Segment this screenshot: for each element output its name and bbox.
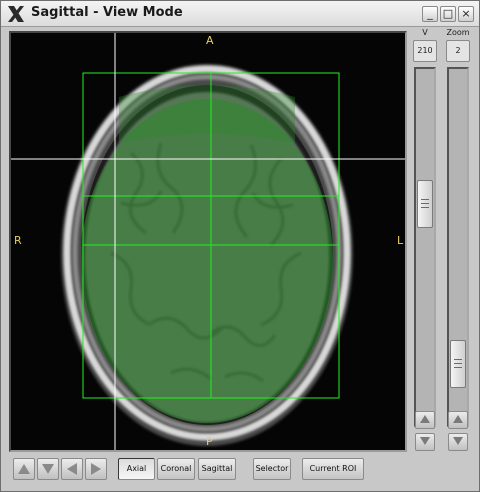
arrow-left-icon bbox=[67, 463, 77, 475]
current-roi-button[interactable]: Current ROI bbox=[302, 458, 364, 480]
view-sagittal-button[interactable]: Sagittal bbox=[198, 458, 236, 480]
arrow-up-icon bbox=[18, 464, 30, 474]
orientation-label-right: L bbox=[397, 234, 404, 247]
v-decrement-button[interactable] bbox=[415, 433, 435, 451]
close-button[interactable]: × bbox=[458, 6, 474, 22]
x-logo-icon bbox=[8, 6, 24, 22]
nav-left-button[interactable] bbox=[61, 458, 83, 480]
arrow-down-icon bbox=[42, 464, 54, 474]
view-axial-button[interactable]: Axial bbox=[118, 458, 155, 480]
arrow-down-icon bbox=[420, 437, 430, 445]
bottom-toolbar: Axial Coronal Sagittal Selector Current … bbox=[9, 455, 471, 485]
zoom-slider-thumb[interactable] bbox=[450, 340, 466, 388]
v-increment-button[interactable] bbox=[415, 411, 435, 429]
arrow-up-icon bbox=[453, 415, 463, 423]
mri-slice-image bbox=[11, 33, 405, 450]
arrow-down-icon bbox=[453, 437, 463, 445]
image-viewport[interactable]: A P R L bbox=[9, 31, 407, 452]
app-window: Sagittal - View Mode _ □ × A P R L V 210… bbox=[0, 0, 480, 492]
orientation-label-left: R bbox=[14, 234, 22, 247]
v-slider-thumb[interactable] bbox=[417, 180, 433, 228]
window-title: Sagittal - View Mode bbox=[31, 5, 183, 20]
zoom-value-field[interactable]: 2 bbox=[446, 40, 470, 62]
selector-button[interactable]: Selector bbox=[253, 458, 291, 480]
title-bar[interactable]: Sagittal - View Mode _ □ × bbox=[1, 1, 479, 27]
nav-down-button[interactable] bbox=[37, 458, 59, 480]
zoom-slider-label: Zoom bbox=[446, 28, 470, 37]
minimize-button[interactable]: _ bbox=[422, 6, 438, 22]
zoom-slider-track[interactable] bbox=[447, 67, 469, 427]
nav-right-button[interactable] bbox=[85, 458, 107, 480]
orientation-label-top: A bbox=[206, 34, 214, 47]
v-value-field[interactable]: 210 bbox=[413, 40, 437, 62]
nav-up-button[interactable] bbox=[13, 458, 35, 480]
v-slider-label: V bbox=[422, 28, 428, 37]
orientation-label-bottom: P bbox=[206, 435, 213, 448]
arrow-right-icon bbox=[91, 463, 101, 475]
v-slider-track[interactable] bbox=[414, 67, 436, 427]
view-coronal-button[interactable]: Coronal bbox=[157, 458, 195, 480]
arrow-up-icon bbox=[420, 415, 430, 423]
maximize-button[interactable]: □ bbox=[440, 6, 456, 22]
zoom-decrement-button[interactable] bbox=[448, 433, 468, 451]
zoom-increment-button[interactable] bbox=[448, 411, 468, 429]
